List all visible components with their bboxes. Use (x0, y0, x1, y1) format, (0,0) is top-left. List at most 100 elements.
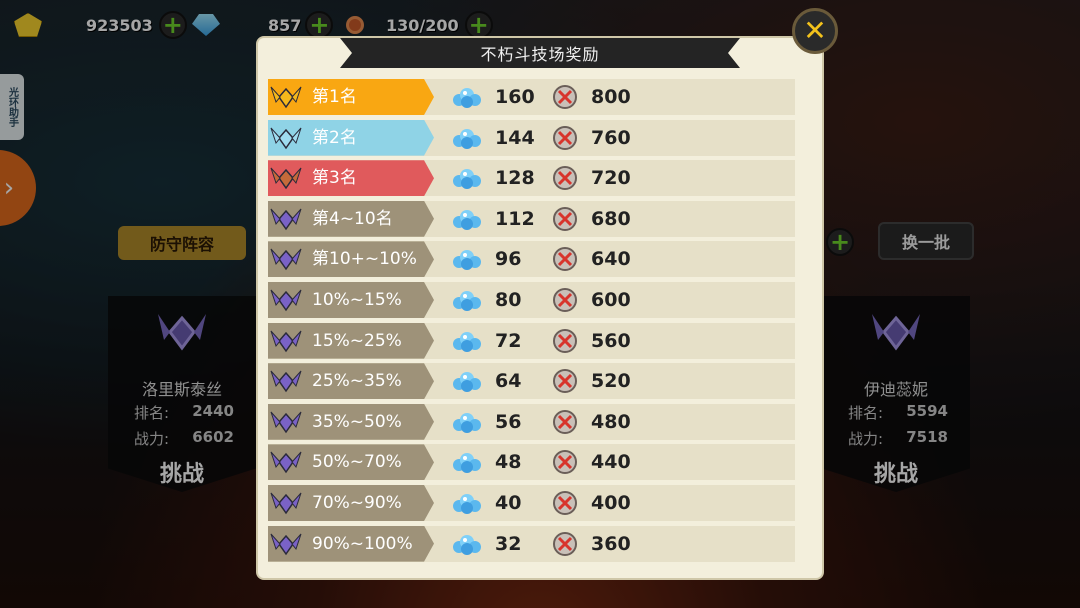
diamond-reward: 40 (495, 492, 522, 514)
medal-reward: 600 (591, 289, 631, 311)
diamond-pile-icon (453, 128, 481, 149)
rank-label: 10%~15% (312, 290, 402, 310)
arena-medal-icon (553, 409, 577, 434)
diamond-reward: 80 (495, 289, 522, 311)
rank-medal-icon (270, 86, 302, 109)
reward-row: 第2名 144 760 (268, 119, 795, 156)
reward-row: 15%~25% 72 560 (268, 322, 795, 359)
medal-reward: 760 (591, 126, 631, 149)
diamond-reward: 48 (495, 451, 522, 474)
arena-medal-icon (553, 369, 577, 394)
rank-tag: 第1名 (268, 79, 434, 115)
medal-reward: 720 (591, 167, 631, 190)
diamond-reward: 56 (495, 410, 522, 433)
rank-label: 第2名 (312, 127, 357, 148)
reward-row: 90%~100% 32 360 (268, 525, 795, 562)
diamond-pile-icon (453, 169, 481, 190)
rank-medal-icon (270, 492, 302, 515)
diamond-pile-icon (453, 291, 481, 311)
rank-label: 第10+~10% (312, 249, 417, 270)
rank-medal-icon (270, 330, 302, 352)
rank-medal-icon (270, 127, 302, 149)
rank-medal-icon (270, 249, 302, 271)
rank-label: 25%~35% (312, 371, 402, 392)
rewards-title: 不朽斗技场奖励 (480, 45, 600, 64)
rank-medal-icon (270, 411, 302, 434)
rank-tag: 35%~50% (268, 403, 434, 440)
diamond-reward: 72 (495, 329, 522, 352)
arena-medal-icon (553, 166, 577, 191)
medal-reward: 480 (591, 410, 631, 433)
rank-medal-icon (270, 289, 302, 312)
arena-medal-icon (553, 85, 577, 109)
close-button[interactable]: ✕ (792, 8, 838, 54)
rank-label: 35%~50% (312, 411, 402, 432)
reward-row: 第10+~10% 96 640 (268, 241, 795, 278)
close-x-icon: ✕ (803, 14, 827, 47)
reward-row: 第1名 160 800 (268, 79, 795, 115)
rank-medal-icon (270, 167, 302, 190)
diamond-pile-icon (453, 209, 481, 230)
diamond-reward: 160 (495, 86, 535, 108)
reward-row: 50%~70% 48 440 (268, 444, 795, 481)
rank-label: 第1名 (312, 87, 357, 107)
diamond-reward: 96 (495, 248, 522, 271)
rank-medal-icon (270, 452, 302, 474)
rank-tag: 第2名 (268, 119, 434, 156)
medal-reward: 400 (591, 492, 631, 514)
diamond-reward: 32 (495, 532, 522, 555)
rank-medal-icon (270, 208, 302, 231)
rank-tag: 70%~90% (268, 485, 434, 521)
diamond-reward: 128 (495, 167, 535, 190)
diamond-pile-icon (453, 372, 481, 393)
medal-reward: 800 (591, 86, 631, 108)
diamond-pile-icon (453, 412, 481, 433)
medal-reward: 680 (591, 207, 631, 230)
medal-reward: 440 (591, 451, 631, 474)
reward-row: 第3名 128 720 (268, 160, 795, 197)
diamond-pile-icon (453, 494, 481, 514)
arena-medal-icon (553, 247, 577, 272)
rank-tag: 25%~35% (268, 363, 434, 400)
arena-medal-icon (553, 491, 577, 515)
diamond-reward: 144 (495, 126, 535, 149)
rank-label: 第4~10名 (312, 208, 393, 229)
rank-tag: 50%~70% (268, 444, 434, 481)
rank-label: 90%~100% (312, 533, 413, 554)
arena-medal-icon (553, 531, 577, 556)
rank-medal-icon (270, 533, 302, 555)
reward-row: 35%~50% 56 480 (268, 403, 795, 440)
rank-tag: 第10+~10% (268, 241, 434, 278)
diamond-pile-icon (453, 331, 481, 352)
medal-reward: 560 (591, 329, 631, 352)
reward-row: 70%~90% 40 400 (268, 485, 795, 521)
rank-tag: 90%~100% (268, 525, 434, 562)
rank-tag: 第3名 (268, 160, 434, 197)
diamond-reward: 64 (495, 370, 522, 393)
rank-tag: 15%~25% (268, 322, 434, 359)
reward-row: 10%~15% 80 600 (268, 282, 795, 318)
rank-tag: 第4~10名 (268, 200, 434, 237)
medal-reward: 360 (591, 532, 631, 555)
arena-medal-icon (553, 328, 577, 353)
rank-label: 50%~70% (312, 452, 402, 473)
rewards-title-banner: 不朽斗技场奖励 (340, 38, 740, 68)
rank-tag: 10%~15% (268, 282, 434, 318)
diamond-reward: 112 (495, 207, 535, 230)
medal-reward: 520 (591, 370, 631, 393)
rank-medal-icon (270, 370, 302, 393)
reward-row: 第4~10名 112 680 (268, 200, 795, 237)
arena-medal-icon (553, 206, 577, 231)
arena-medal-icon (553, 125, 577, 150)
rank-label: 70%~90% (312, 493, 402, 513)
diamond-pile-icon (453, 534, 481, 555)
medal-reward: 640 (591, 248, 631, 271)
arena-medal-icon (553, 288, 577, 312)
diamond-pile-icon (453, 88, 481, 108)
rank-label: 第3名 (312, 168, 357, 189)
arena-medal-icon (553, 450, 577, 475)
rank-label: 15%~25% (312, 330, 402, 351)
diamond-pile-icon (453, 453, 481, 474)
reward-row: 25%~35% 64 520 (268, 363, 795, 400)
diamond-pile-icon (453, 250, 481, 271)
